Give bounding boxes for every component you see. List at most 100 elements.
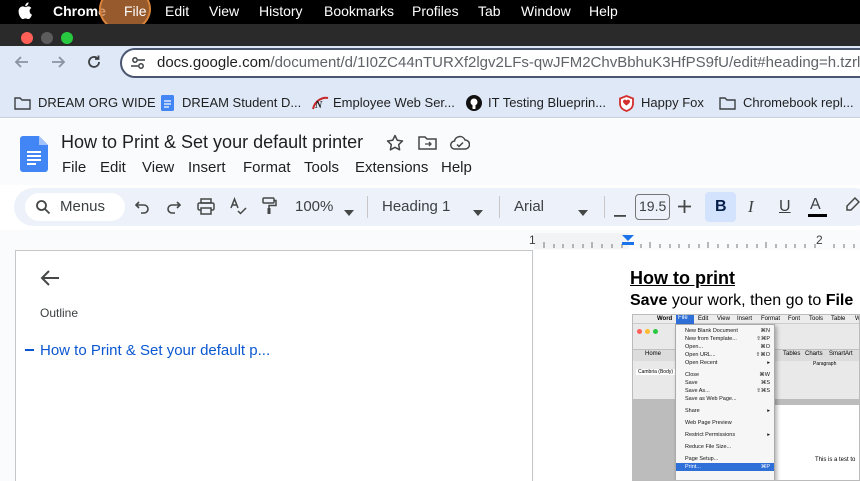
word-menu-view: View bbox=[717, 316, 730, 322]
bookmark-happy-fox[interactable]: Happy Fox bbox=[641, 95, 704, 110]
bookmark-dream-org-wide[interactable]: DREAM ORG WIDE bbox=[38, 95, 156, 110]
word-file-menu-item: Open URL... ⇧⌘O bbox=[676, 351, 774, 359]
paragraph-style-select[interactable]: Heading 1 bbox=[382, 198, 450, 215]
menubar-profiles[interactable]: Profiles bbox=[412, 3, 459, 19]
menubar-view[interactable]: View bbox=[209, 3, 239, 19]
macos-menubar: Chrome File Edit View History Bookmarks … bbox=[0, 0, 860, 32]
docs-menu-file[interactable]: File bbox=[62, 159, 86, 176]
move-folder-icon[interactable] bbox=[418, 135, 437, 156]
close-window-button[interactable] bbox=[21, 32, 33, 44]
outline-item[interactable]: How to Print & Set your default p... bbox=[40, 342, 270, 359]
word-menu-edit: Edit bbox=[698, 316, 709, 322]
forward-icon[interactable] bbox=[50, 54, 66, 75]
maximize-window-button[interactable] bbox=[61, 32, 73, 44]
star-icon[interactable] bbox=[386, 134, 404, 157]
outline-panel bbox=[15, 250, 533, 481]
text-color-icon[interactable]: A bbox=[810, 196, 821, 214]
menubar-bookmarks[interactable]: Bookmarks bbox=[324, 3, 394, 19]
docs-menu-insert[interactable]: Insert bbox=[188, 159, 226, 176]
word-file-menu-label: Open Recent bbox=[685, 360, 718, 366]
svg-text:N: N bbox=[314, 100, 323, 111]
menubar-edit[interactable]: Edit bbox=[165, 3, 189, 19]
bookmark-employee-web[interactable]: Employee Web Ser... bbox=[333, 95, 455, 110]
minimize-window-button[interactable] bbox=[41, 32, 53, 44]
url-text[interactable]: docs.google.com/document/d/1I0ZC44nTURXf… bbox=[157, 54, 860, 71]
word-file-menu-item: Save as Web Page... bbox=[676, 395, 774, 403]
apple-icon[interactable] bbox=[18, 2, 32, 24]
menu-search-label: Menus bbox=[60, 198, 106, 215]
highlight-pen-icon[interactable] bbox=[844, 196, 860, 218]
reload-icon[interactable] bbox=[86, 54, 102, 75]
chevron-down-icon bbox=[578, 203, 588, 221]
undo-icon[interactable] bbox=[134, 198, 151, 220]
menubar-file[interactable]: File bbox=[124, 3, 147, 19]
zoom-select[interactable]: 100% bbox=[295, 198, 333, 215]
site-settings-icon[interactable] bbox=[130, 55, 146, 76]
document-heading: How to print bbox=[630, 268, 735, 288]
font-family-select[interactable]: Arial bbox=[514, 198, 544, 215]
outline-item-marker bbox=[25, 349, 34, 351]
menubar-history[interactable]: History bbox=[259, 3, 303, 19]
menubar-tab[interactable]: Tab bbox=[478, 3, 501, 19]
word-file-menu-label: Share bbox=[685, 408, 700, 414]
embedded-word-screenshot[interactable]: Word File Edit View Insert Format Font T… bbox=[632, 314, 860, 481]
redo-icon[interactable] bbox=[165, 198, 182, 220]
word-file-menu-item: Close ⌘W bbox=[676, 371, 774, 379]
word-file-menu-shortcut: ▸ bbox=[767, 360, 770, 366]
spellcheck-icon[interactable] bbox=[229, 196, 247, 220]
document-title[interactable]: How to Print & Set your default printer bbox=[61, 132, 363, 153]
word-file-menu-label: Reduce File Size... bbox=[685, 444, 732, 450]
underline-icon[interactable]: U bbox=[779, 198, 791, 216]
bookmark-chromebook[interactable]: Chromebook repl... bbox=[743, 95, 854, 110]
back-arrow-icon[interactable] bbox=[40, 269, 60, 292]
docs-menu-edit[interactable]: Edit bbox=[100, 159, 126, 176]
text-color-swatch bbox=[808, 214, 827, 217]
docs-icon bbox=[161, 95, 174, 116]
decrease-font-size-icon[interactable] bbox=[614, 205, 626, 223]
word-file-menu-item: Reduce File Size... bbox=[676, 443, 774, 451]
italic-icon[interactable]: I bbox=[748, 197, 754, 217]
bookmark-it-testing[interactable]: IT Testing Blueprin... bbox=[488, 95, 606, 110]
paint-format-icon[interactable] bbox=[261, 197, 278, 220]
word-file-menu-item: Restrict Permissions ▸ bbox=[676, 431, 774, 439]
horizontal-ruler[interactable] bbox=[534, 233, 860, 249]
print-icon[interactable] bbox=[197, 198, 215, 220]
bookmark-dream-student[interactable]: DREAM Student D... bbox=[182, 95, 301, 110]
word-file-menu-label: Save as Web Page... bbox=[685, 396, 737, 402]
docs-menu-extensions[interactable]: Extensions bbox=[355, 159, 428, 176]
font-size-value: 19.5 bbox=[639, 198, 667, 214]
word-file-menu-item: New from Template... ⇧⌘P bbox=[676, 335, 774, 343]
word-file-menu-label: Save bbox=[685, 380, 698, 386]
menubar-window[interactable]: Window bbox=[521, 3, 571, 19]
word-paragraph-group: Paragraph bbox=[813, 361, 837, 367]
word-file-menu-item: Open... ⌘O bbox=[676, 343, 774, 351]
text-file: File bbox=[825, 292, 854, 309]
text-mid: your work, then go to bbox=[667, 292, 826, 309]
word-file-menu-label: Web Page Preview bbox=[685, 420, 732, 426]
word-menu-table: Table bbox=[831, 316, 846, 322]
word-file-menu-shortcut: ⌘P bbox=[760, 464, 770, 470]
word-file-menu-item: Save ⌘S bbox=[676, 379, 774, 387]
bold-icon[interactable]: B bbox=[715, 198, 727, 216]
cloud-saved-icon[interactable] bbox=[450, 135, 471, 156]
word-menu-w: W bbox=[855, 316, 859, 322]
google-docs-logo-icon[interactable] bbox=[20, 136, 48, 177]
outline-heading: Outline bbox=[40, 306, 79, 320]
docs-menu-format[interactable]: Format bbox=[243, 159, 291, 176]
word-file-menu-shortcut: ⇧⌘P bbox=[756, 336, 770, 342]
back-icon[interactable] bbox=[14, 54, 30, 75]
word-file-menu-shortcut: ⌘O bbox=[760, 344, 770, 350]
docs-menu-view[interactable]: View bbox=[142, 159, 174, 176]
docs-menu-tools[interactable]: Tools bbox=[304, 159, 339, 176]
menubar-app-name[interactable]: Chrome bbox=[53, 3, 106, 19]
github-icon bbox=[466, 95, 482, 116]
chevron-down-icon bbox=[473, 203, 483, 221]
word-menu-insert: Insert bbox=[737, 316, 753, 322]
docs-menu-help[interactable]: Help bbox=[441, 159, 472, 176]
word-file-menu-shortcut: ⇧⌘S bbox=[756, 388, 770, 394]
increase-font-size-icon[interactable] bbox=[678, 200, 691, 218]
word-file-menu-label: Save As... bbox=[685, 388, 710, 394]
word-file-menu: New Blank Document ⌘N New from Template...… bbox=[675, 324, 775, 480]
menubar-help[interactable]: Help bbox=[589, 3, 618, 19]
ruler-mark: 1 bbox=[529, 233, 536, 247]
